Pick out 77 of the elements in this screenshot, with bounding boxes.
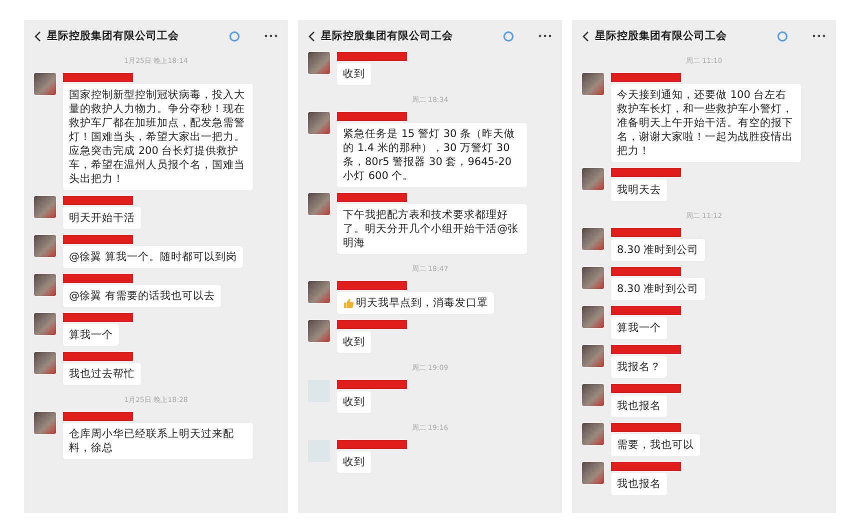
avatar-placeholder: [582, 345, 604, 367]
message-text: 我明天去: [617, 183, 661, 197]
avatar-placeholder: [582, 306, 604, 328]
back-icon[interactable]: [308, 30, 315, 42]
redaction-bar: [611, 384, 681, 393]
avatar-placeholder: [34, 412, 56, 434]
chat-title: 星际控股集团有限公司工会: [595, 29, 728, 43]
chat-title: 星际控股集团有限公司工会: [47, 29, 180, 43]
redaction-bar: [337, 193, 407, 202]
avatar-placeholder: [34, 196, 56, 218]
message-text: 算我一个: [69, 328, 113, 342]
avatar-placeholder: [34, 352, 56, 374]
message-text: 8.30 准时到公司: [617, 243, 699, 257]
message-text: 我报名？: [617, 360, 661, 374]
back-icon[interactable]: [34, 30, 41, 42]
avatar-placeholder: [582, 384, 604, 406]
avatar-placeholder: [582, 73, 604, 95]
avatar-placeholder: [582, 168, 604, 190]
redaction-bar: [337, 380, 407, 389]
avatar-placeholder: [582, 267, 604, 289]
back-icon[interactable]: [582, 30, 589, 42]
avatar-placeholder: [308, 193, 330, 215]
message-text: 仓库周小华已经联系上明天过来配料，徐总: [69, 427, 235, 455]
message-text: 8.30 准时到公司: [617, 282, 699, 296]
chat-title: 星际控股集团有限公司工会: [321, 29, 454, 43]
avatar-placeholder: [34, 73, 56, 95]
avatar-placeholder: [34, 235, 56, 257]
redaction-bar: [337, 281, 407, 290]
redaction-bar: [611, 168, 681, 177]
redaction-bar: [611, 423, 681, 432]
message-text: 明天开始干活: [69, 211, 135, 225]
message-text: 国家控制新型控制冠状病毒，投入大量的救护人力物力。争分夺秒！现在救护车厂都在加班加点，配发急需警灯！国难当头，希望大家出一把力。应急突击完成 200 台长灯提供救护车，希望在温州人员报个名，国难当头出把力！: [69, 88, 246, 186]
avatar-placeholder: [34, 313, 56, 335]
avatar-placeholder: [308, 112, 330, 134]
message-text: @徐翼 算我一个。随时都可以到岗: [69, 250, 237, 264]
redaction-bar: [337, 440, 407, 449]
redaction-bar: [63, 73, 133, 82]
redaction-bar: [337, 320, 407, 329]
avatar-placeholder: [308, 281, 330, 303]
message-text: 明天我早点到，消毒发口罩: [356, 296, 488, 310]
redaction-bar: [63, 235, 133, 244]
redaction-bar: [63, 412, 133, 421]
avatar-placeholder: [34, 274, 56, 296]
more-icon[interactable]: [538, 34, 552, 38]
message-text: 收到: [343, 335, 365, 349]
message-text: 下午我把配方表和技术要求都理好了。明天分开几个小组开始干活@张明海: [343, 208, 520, 250]
avatar-placeholder: [308, 320, 330, 342]
redaction-bar: [611, 306, 681, 315]
avatar-placeholder: [582, 462, 604, 484]
message-text: 需要，我也可以: [617, 438, 694, 452]
more-icon[interactable]: [264, 34, 278, 38]
message-text: 紧急任务是 15 警灯 30 条（昨天做的 1.4 米的那种），30 万警灯 30 条，80r5 警报器 30 套，9645-20 小灯 600 个。: [343, 127, 516, 183]
message-text: 今天接到通知，还要做 100 台左右救护车长灯，和一些救护车小警灯，准备明天上午开始干活。有空的报下名，谢谢大家啦！一起为战胜疫情出把力！: [617, 88, 794, 158]
message-text: 收到: [343, 67, 365, 81]
message-text: @徐翼 有需要的话我也可以去: [69, 289, 215, 303]
thumbs-up-icon: [343, 298, 354, 308]
redaction-bar: [611, 228, 681, 237]
message-text: 算我一个: [617, 321, 661, 335]
avatar-placeholder: [308, 52, 330, 74]
more-icon[interactable]: [812, 34, 826, 38]
redaction-bar: [611, 267, 681, 276]
redaction-bar: [611, 73, 681, 82]
redaction-bar: [611, 462, 681, 471]
redaction-bar: [337, 52, 407, 61]
message-text: 我也报名: [617, 477, 661, 491]
redaction-bar: [63, 274, 133, 283]
message-text: 我也过去帮忙: [69, 367, 135, 381]
redaction-bar: [63, 196, 133, 205]
redaction-bar: [611, 345, 681, 354]
redaction-bar: [337, 112, 407, 121]
redaction-bar: [63, 352, 133, 361]
message-text: 收到: [343, 455, 365, 469]
message-text: 收到: [343, 395, 365, 409]
avatar-placeholder: [582, 228, 604, 250]
avatar-placeholder: [582, 423, 604, 445]
redaction-bar: [63, 313, 133, 322]
message-text: 我也报名: [617, 399, 661, 413]
